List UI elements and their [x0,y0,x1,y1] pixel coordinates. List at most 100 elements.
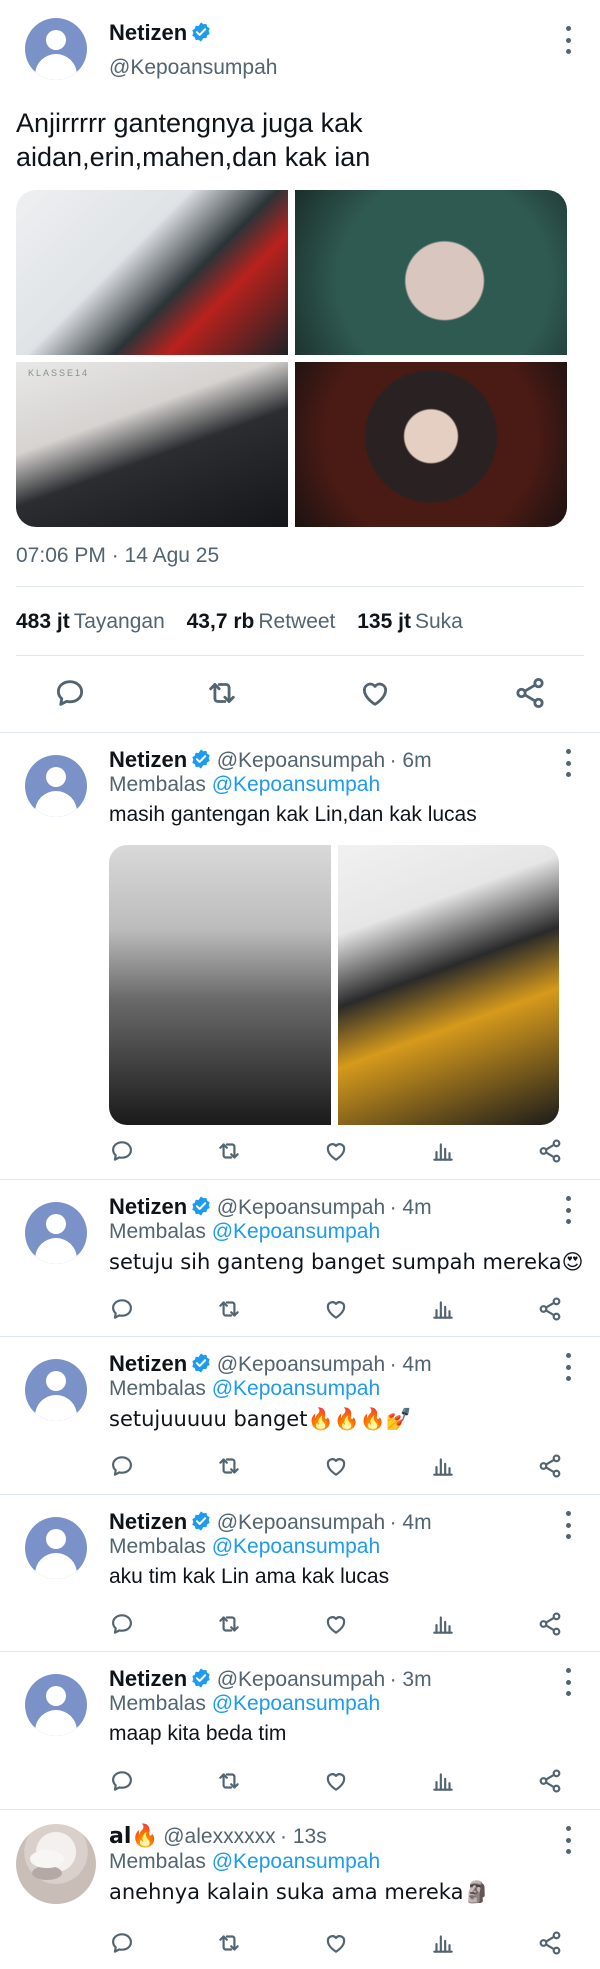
views-icon[interactable] [430,1611,456,1637]
retweets-count[interactable]: 43,7 rb [187,610,255,633]
reply-tweet[interactable]: Netizen @Kepoansumpah · 4m Membalas @Kep… [0,1337,600,1495]
author-handle[interactable]: @Kepoansumpah [217,1668,385,1691]
avatar[interactable] [25,755,87,817]
mention-link[interactable]: @Kepoansumpah [212,1850,380,1873]
reply-icon[interactable] [53,676,87,710]
reply-tweet[interactable]: Netizen @Kepoansumpah · 6m Membalas @Kep… [0,733,600,1180]
share-icon[interactable] [537,1296,563,1322]
media-image-1[interactable] [109,845,331,1125]
share-icon[interactable] [537,1930,563,1956]
like-icon[interactable] [358,676,392,710]
retweet-icon[interactable] [216,1930,242,1956]
reply-icon[interactable] [109,1930,135,1956]
reply-header: Netizen @Kepoansumpah · 4m [109,1351,432,1379]
reply-icon[interactable] [109,1296,135,1322]
author-name[interactable]: Netizen [109,747,187,772]
reply-text: setujuuuuu banget🔥🔥🔥💅 [109,1407,413,1431]
more-options-icon[interactable] [560,1668,576,1696]
timestamp[interactable]: 07:06 PM · 14 Agu 25 [16,544,219,568]
avatar[interactable] [16,1824,96,1904]
media-image-4[interactable] [295,362,567,527]
mention-link[interactable]: @Kepoansumpah [212,773,380,796]
mention-link[interactable]: @Kepoansumpah [212,1692,380,1715]
views-label: Tayangan [73,610,165,633]
replying-prefix: Membalas [109,1220,206,1243]
reply-time: · 4m [389,1511,432,1534]
media-image-2[interactable] [338,845,559,1125]
more-options-icon[interactable] [560,1353,576,1381]
like-icon[interactable] [323,1296,349,1322]
like-icon[interactable] [323,1930,349,1956]
reply-header: Netizen @Kepoansumpah · 3m [109,1666,432,1694]
views-icon[interactable] [430,1138,456,1164]
media-image-1[interactable] [16,190,288,355]
reply-text: masih gantengan kak Lin,dan kak lucas [109,803,477,826]
more-options-icon[interactable] [560,1511,576,1539]
retweet-icon[interactable] [216,1138,242,1164]
reply-tweet[interactable]: Netizen @Kepoansumpah · 3m Membalas @Kep… [0,1652,600,1810]
avatar[interactable] [25,18,87,80]
reply-tweet[interactable]: al🔥 @alexxxxxx · 13s Membalas @Kepoansum… [0,1810,600,1969]
views-icon[interactable] [430,1453,456,1479]
retweet-icon[interactable] [205,676,239,710]
reply-tweet[interactable]: Netizen @Kepoansumpah · 4m Membalas @Kep… [0,1180,600,1337]
author-name[interactable]: Netizen [109,20,187,45]
retweet-icon[interactable] [216,1611,242,1637]
verified-badge-icon [190,1667,212,1694]
retweet-icon[interactable] [216,1768,242,1794]
author-name[interactable]: Netizen [109,1194,187,1219]
share-icon[interactable] [513,676,547,710]
reply-text: anehnya kalain suka ama mereka🗿 [109,1880,490,1904]
media-image-3[interactable]: KLASSE14 [16,362,288,527]
like-icon[interactable] [323,1138,349,1164]
views-icon[interactable] [430,1768,456,1794]
retweet-icon[interactable] [216,1296,242,1322]
views-icon[interactable] [430,1296,456,1322]
reply-icon[interactable] [109,1611,135,1637]
more-options-icon[interactable] [560,26,576,54]
author-name[interactable]: al🔥 [109,1824,159,1849]
media-image-2[interactable] [295,190,567,355]
author-name[interactable]: Netizen [109,1666,187,1691]
avatar[interactable] [25,1517,87,1579]
author-handle[interactable]: @Kepoansumpah [217,1196,385,1219]
media-grid: KLASSE14 [16,190,567,527]
share-icon[interactable] [537,1611,563,1637]
reply-tweet[interactable]: Netizen @Kepoansumpah · 4m Membalas @Kep… [0,1495,600,1652]
likes-count[interactable]: 135 jt [357,610,411,633]
reply-icon[interactable] [109,1138,135,1164]
avatar[interactable] [25,1674,87,1736]
more-options-icon[interactable] [560,1826,576,1854]
mention-link[interactable]: @Kepoansumpah [212,1220,380,1243]
retweet-icon[interactable] [216,1453,242,1479]
more-options-icon[interactable] [560,1196,576,1224]
author-name[interactable]: Netizen [109,1509,187,1534]
mention-link[interactable]: @Kepoansumpah [212,1377,380,1400]
reply-action-bar [109,1296,579,1326]
author-handle[interactable]: @Kepoansumpah [109,56,277,80]
replying-prefix: Membalas [109,1377,206,1400]
author-handle[interactable]: @alexxxxxx [163,1825,275,1848]
author-handle[interactable]: @Kepoansumpah [217,1511,385,1534]
like-icon[interactable] [323,1453,349,1479]
verified-badge-icon [190,1352,212,1379]
avatar[interactable] [25,1359,87,1421]
like-icon[interactable] [323,1768,349,1794]
like-icon[interactable] [323,1611,349,1637]
share-icon[interactable] [537,1768,563,1794]
avatar[interactable] [25,1202,87,1264]
mention-link[interactable]: @Kepoansumpah [212,1535,380,1558]
share-icon[interactable] [537,1453,563,1479]
reply-icon[interactable] [109,1453,135,1479]
views-count[interactable]: 483 jt [16,610,70,633]
author-name[interactable]: Netizen [109,1351,187,1376]
author-handle[interactable]: @Kepoansumpah [217,1353,385,1376]
reply-action-bar [109,1930,579,1960]
author-handle[interactable]: @Kepoansumpah [217,749,385,772]
share-icon[interactable] [537,1138,563,1164]
verified-badge-icon [190,1510,212,1537]
more-options-icon[interactable] [560,749,576,777]
reply-icon[interactable] [109,1768,135,1794]
replying-to: Membalas @Kepoansumpah [109,1692,380,1716]
views-icon[interactable] [430,1930,456,1956]
